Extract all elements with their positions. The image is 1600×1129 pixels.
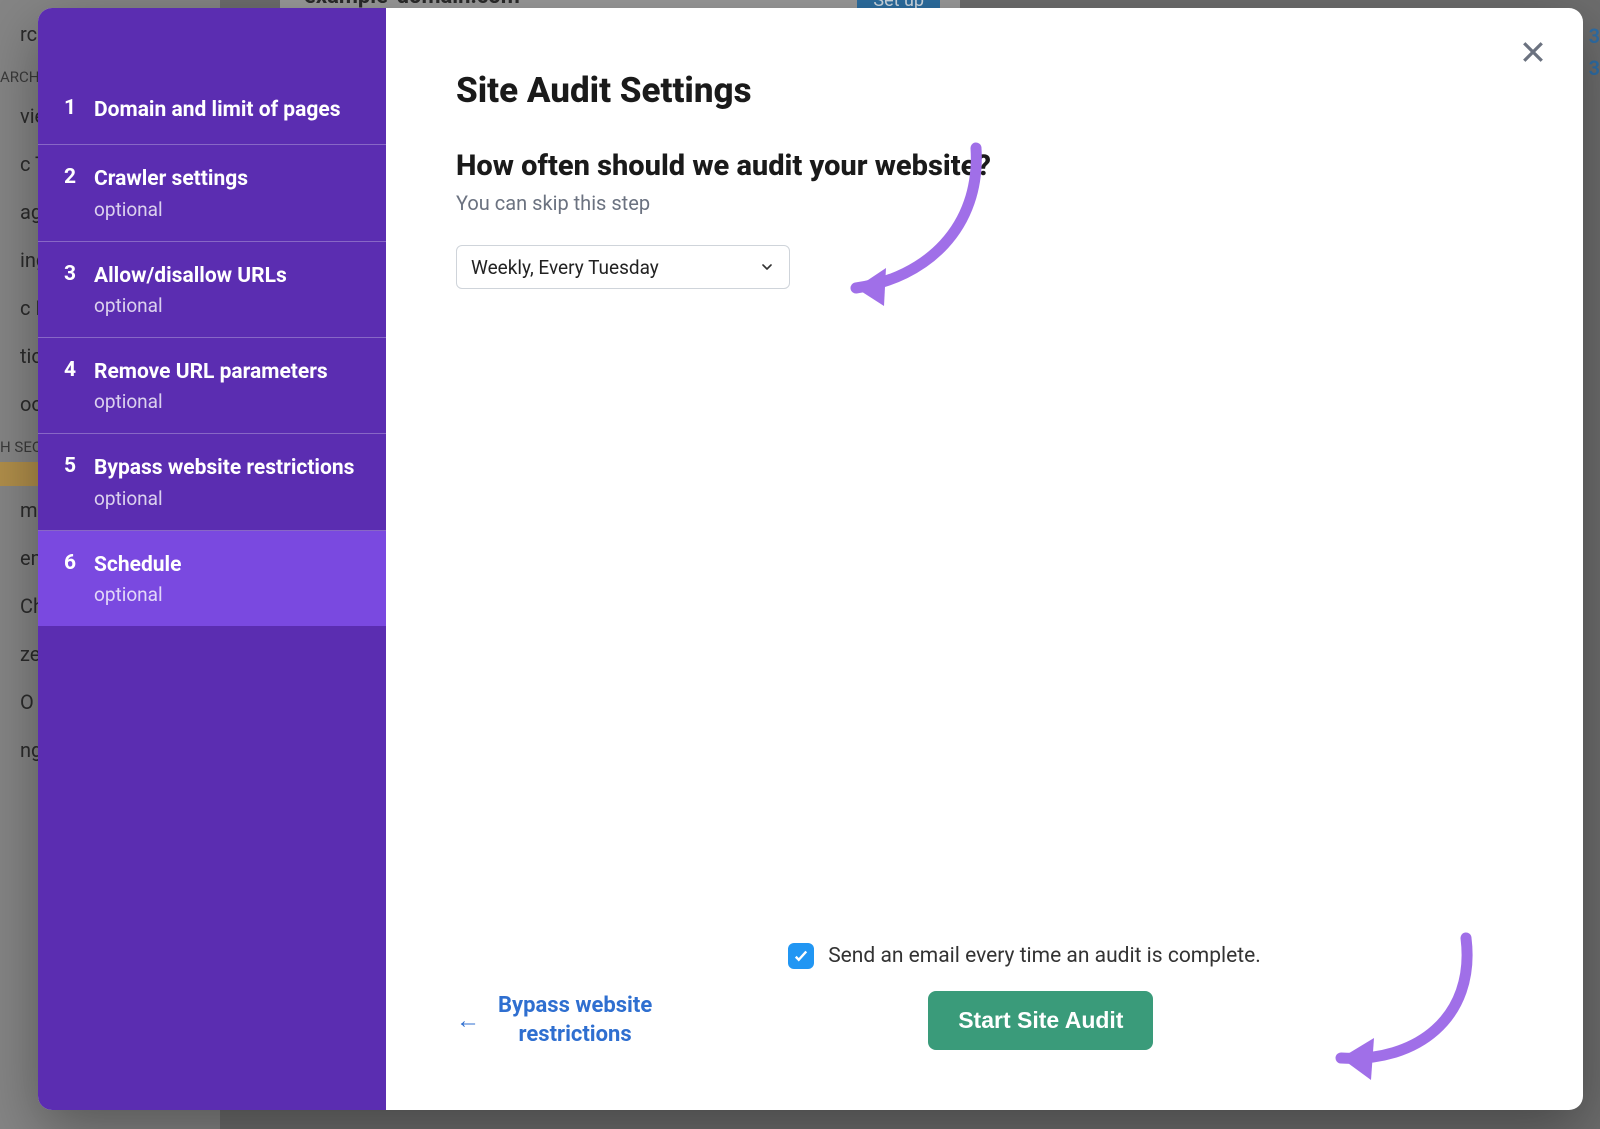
step-allow-disallow-urls[interactable]: 3 Allow/disallow URLs optional <box>38 242 386 338</box>
settings-content-pane: Site Audit Settings How often should we … <box>386 8 1583 1110</box>
modal-footer: Send an email every time an audit is com… <box>456 943 1513 1070</box>
schedule-selected-value: Weekly, Every Tuesday <box>471 256 659 279</box>
bg-stat: 3 <box>1589 56 1600 80</box>
step-title: Bypass website restrictions <box>94 454 354 482</box>
settings-step-nav: 1 Domain and limit of pages 2 Crawler se… <box>38 8 386 1110</box>
step-number: 4 <box>64 358 94 413</box>
step-subtitle: optional <box>94 487 354 510</box>
start-site-audit-button[interactable]: Start Site Audit <box>928 991 1153 1050</box>
step-number: 1 <box>64 96 94 124</box>
modal-title: Site Audit Settings <box>456 70 1513 111</box>
step-schedule[interactable]: 6 Schedule optional <box>38 531 386 626</box>
close-icon <box>1518 37 1548 67</box>
step-domain-limit[interactable]: 1 Domain and limit of pages <box>38 76 386 145</box>
back-to-bypass-link[interactable]: ← Bypass website restrictions <box>456 991 652 1050</box>
step-remove-url-params[interactable]: 4 Remove URL parameters optional <box>38 338 386 434</box>
footer-actions: ← Bypass website restrictions Start Site… <box>456 991 1513 1050</box>
schedule-select[interactable]: Weekly, Every Tuesday <box>456 245 790 289</box>
step-title: Crawler settings <box>94 165 248 193</box>
email-notify-label: Send an email every time an audit is com… <box>828 944 1261 968</box>
step-number: 6 <box>64 551 94 606</box>
step-title: Remove URL parameters <box>94 358 328 386</box>
site-audit-settings-modal: 1 Domain and limit of pages 2 Crawler se… <box>38 8 1583 1110</box>
schedule-question: How often should we audit your website? <box>456 149 1513 183</box>
check-icon <box>792 947 810 965</box>
email-notify-row: Send an email every time an audit is com… <box>788 943 1261 969</box>
step-subtitle: optional <box>94 390 328 413</box>
step-number: 2 <box>64 165 94 220</box>
step-number: 3 <box>64 262 94 317</box>
step-crawler-settings[interactable]: 2 Crawler settings optional <box>38 145 386 241</box>
step-title: Allow/disallow URLs <box>94 262 287 290</box>
skip-hint: You can skip this step <box>456 191 1513 215</box>
step-subtitle: optional <box>94 198 248 221</box>
step-title: Domain and limit of pages <box>94 96 340 124</box>
bg-stat: 3 <box>1589 24 1600 48</box>
step-subtitle: optional <box>94 583 181 606</box>
arrow-left-icon: ← <box>456 1004 480 1036</box>
chevron-down-icon <box>759 259 775 275</box>
back-link-line2: restrictions <box>519 1020 632 1050</box>
email-notify-checkbox[interactable] <box>788 943 814 969</box>
step-number: 5 <box>64 454 94 509</box>
back-link-line1: Bypass website <box>498 991 652 1021</box>
step-subtitle: optional <box>94 294 287 317</box>
step-bypass-restrictions[interactable]: 5 Bypass website restrictions optional <box>38 434 386 530</box>
step-title: Schedule <box>94 551 181 579</box>
close-button[interactable] <box>1511 30 1555 74</box>
